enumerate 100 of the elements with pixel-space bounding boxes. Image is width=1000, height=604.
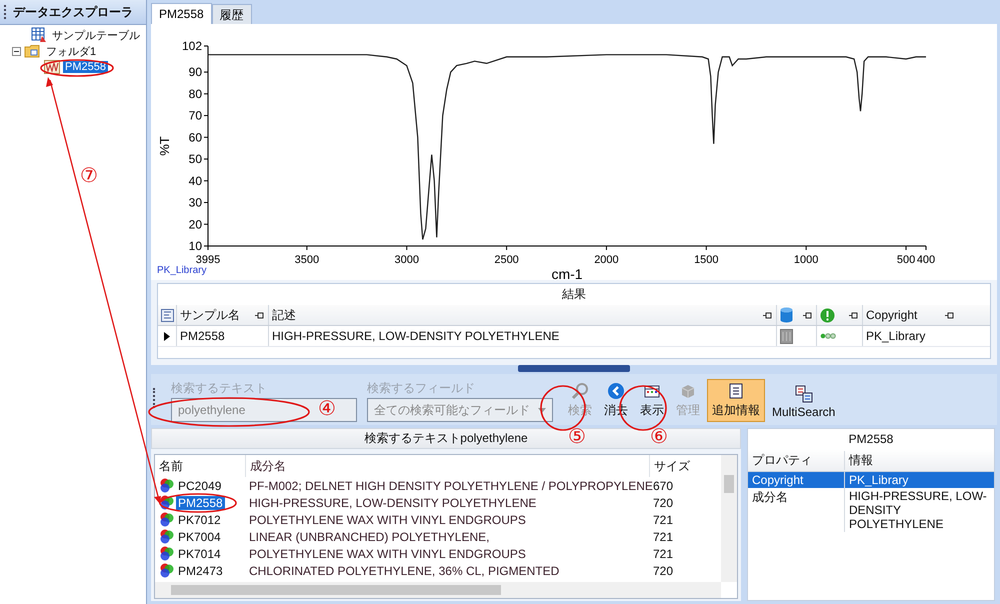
list-item[interactable]: PM2558 [176, 496, 225, 510]
x-tick-label: 3000 [394, 254, 419, 266]
list-item[interactable]: PM2473 [176, 564, 225, 578]
x-tick-label: 1500 [694, 254, 719, 266]
column-header[interactable]: 記述 [268, 305, 776, 325]
y-tick-label: 40 [188, 174, 202, 188]
y-tick-label: 10 [188, 239, 202, 253]
table-cell-text: 721 [652, 512, 674, 526]
table-cell-text: HIGH-PRESSURE, LOW-DENSITY POLYETHYLENE [248, 496, 538, 510]
property-row[interactable]: Copyright PK_Library [748, 472, 994, 488]
y-tick-label: 80 [188, 86, 202, 101]
property-row[interactable]: 成分名 HIGH-PRESSURE, LOW-DENSITY POLYETHYLENE [748, 488, 994, 532]
list-item[interactable]: PK7004 [176, 530, 223, 544]
panel-title: PM2558 [848, 431, 894, 448]
table-icon [31, 27, 47, 43]
x-tick-label: 1000 [794, 254, 818, 266]
table-cell: PM2558 [180, 329, 225, 343]
y-tick-label: 30 [188, 196, 202, 210]
table-cell: PK_Library [844, 472, 994, 488]
annotation-number: ④ [318, 398, 336, 418]
x-axis-label: cm-1 [551, 266, 583, 280]
collapse-icon[interactable] [12, 46, 21, 56]
library-label: PK_Library [157, 265, 206, 276]
annotation-number: ⑤ [568, 426, 586, 446]
x-tick-label: 3995 [196, 254, 220, 266]
list-item[interactable]: PK7014 [176, 546, 223, 560]
list-item[interactable]: PK7012 [176, 512, 223, 526]
table-cell-text: CHLORINATED POLYETHYLENE, 36% CL, PIGMENTED [248, 564, 560, 578]
y-axis-label: %T [157, 136, 172, 156]
horizontal-scrollbar[interactable] [155, 582, 721, 598]
table-cell: HIGH-PRESSURE, LOW-DENSITY POLYETHYLENE [272, 329, 560, 343]
field-label: 検索するフィールド [367, 380, 476, 397]
rgb-circles-icon [159, 529, 175, 544]
tree-item[interactable]: PM2558 [63, 61, 108, 73]
trash-icon [780, 328, 793, 344]
alert-icon [820, 308, 835, 322]
annotation-number: ⑦ [80, 165, 98, 185]
tree-item[interactable]: サンプルテーブル [50, 28, 142, 42]
table-cell-text: Copyright [751, 472, 804, 488]
folder-icon [24, 44, 41, 58]
table-cell-text: LINEAR (UNBRANCHED) POLYETHYLENE, [248, 530, 490, 544]
table-cell-text: 成分名 [751, 489, 789, 506]
vertical-scrollbar[interactable] [721, 455, 737, 582]
dropdown-arrow-icon [538, 408, 546, 412]
y-tick-label: 20 [188, 217, 202, 232]
column-header[interactable]: サンプル名 [176, 305, 268, 325]
y-tick-label: 102 [182, 39, 202, 53]
rgb-circles-icon [159, 478, 175, 493]
dots-icon [820, 333, 836, 339]
pin-icon[interactable] [763, 310, 773, 320]
annotation-number: ⑥ [650, 426, 668, 446]
table-cell-text: POLYETHYLENE WAX WITH VINYL ENDGROUPS [248, 546, 527, 560]
y-tick-label: 70 [188, 108, 202, 123]
table-cell-text: 720 [652, 564, 674, 578]
database-icon [780, 307, 793, 323]
column-title: Copyright [866, 308, 918, 322]
column-header[interactable]: プロパティ [748, 450, 844, 470]
x-tick-label: 3500 [294, 254, 320, 266]
pin-icon[interactable] [849, 310, 859, 320]
table-cell-text: 720 [652, 496, 674, 510]
column-chooser-icon[interactable] [160, 308, 174, 322]
x-tick-label: 500 [896, 254, 916, 266]
rgb-circles-icon [159, 546, 175, 561]
x-tick-label: 2500 [494, 254, 519, 266]
tab[interactable]: 履歴 [212, 4, 252, 24]
x-tick-label: 2000 [594, 254, 619, 266]
column-title: サンプル名 [180, 306, 240, 324]
column-header[interactable]: 情報 [844, 450, 994, 470]
rgb-circles-icon [159, 512, 175, 527]
y-tick-label: 50 [188, 152, 202, 166]
table-cell: PK_Library [866, 329, 926, 343]
y-tick-label: 60 [188, 130, 202, 144]
table-cell-text: 721 [652, 530, 674, 544]
splitter-handle[interactable] [518, 365, 630, 372]
rgb-circles-icon [159, 495, 175, 510]
documents-icon [794, 385, 813, 403]
column-header[interactable]: サイズ [649, 455, 704, 477]
y-tick-label: 90 [188, 65, 202, 80]
panel-title: 結果 [561, 286, 587, 303]
column-title: 記述 [272, 306, 296, 324]
document-icon [727, 382, 745, 400]
pin-icon[interactable] [945, 310, 955, 320]
column-header[interactable]: 名前 [155, 455, 245, 477]
x-tick-label: 400 [916, 254, 936, 266]
field-label: 検索するテキスト [171, 380, 268, 397]
table-cell: HIGH-PRESSURE, LOW-DENSITY POLYETHYLENE [844, 488, 994, 532]
table-cell-text: 721 [652, 546, 674, 560]
column-header[interactable]: Copyright [862, 305, 958, 325]
table-cell-text: 670 [652, 478, 674, 492]
list-item[interactable]: PC2049 [176, 478, 224, 492]
table-cell-text: POLYETHYLENE WAX WITH VINYL ENDGROUPS [248, 512, 527, 526]
tree-item[interactable]: フォルダ1 [44, 44, 98, 58]
pin-icon[interactable] [803, 310, 813, 320]
cube-icon [679, 382, 697, 400]
pin-icon[interactable] [255, 310, 265, 320]
tab[interactable]: PM2558 [151, 3, 212, 24]
panel-title: データエクスプローラ [13, 4, 133, 20]
column-header[interactable]: 成分名 [245, 455, 649, 477]
search-icon [571, 382, 589, 400]
rgb-circles-icon [159, 563, 175, 578]
